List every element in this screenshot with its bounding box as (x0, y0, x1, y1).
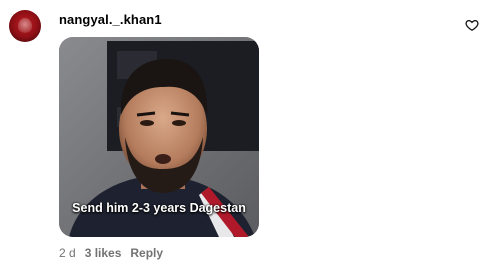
comment-age: 2 d (59, 246, 76, 260)
likes-count[interactable]: 3 likes (85, 246, 122, 260)
comment-meta: 2 d 3 likes Reply (59, 246, 163, 260)
gif-caption: Send him 2-3 years Dagestan (72, 201, 246, 215)
avatar[interactable] (9, 10, 41, 42)
gif-attachment[interactable]: Send him 2-3 years Dagestan (59, 37, 259, 237)
comment: nangyal._.khan1 Send him 2-3 years Dages… (0, 0, 486, 274)
heart-icon[interactable] (465, 18, 479, 32)
comment-username[interactable]: nangyal._.khan1 (59, 12, 162, 27)
reply-button[interactable]: Reply (130, 246, 163, 260)
